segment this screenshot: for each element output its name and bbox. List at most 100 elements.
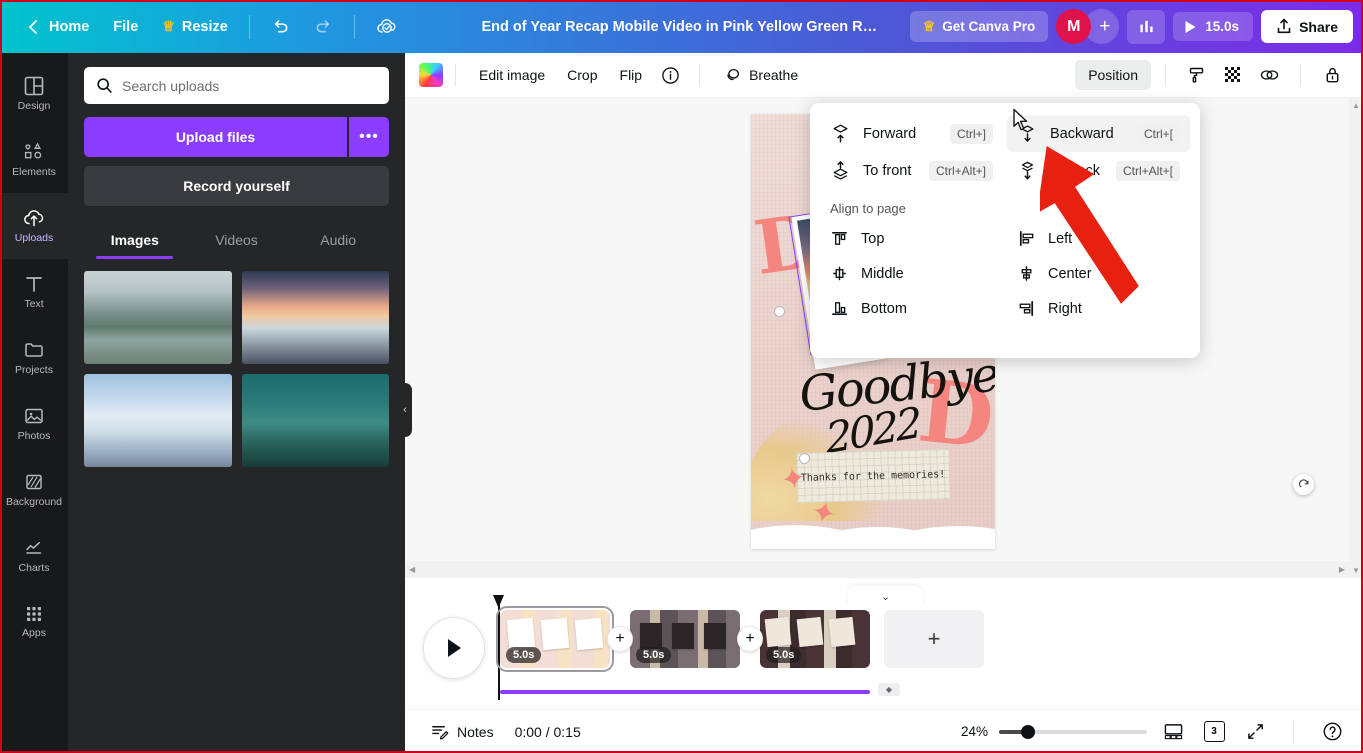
sidebar-item-apps[interactable]: Apps: [0, 589, 68, 655]
timeline-progress-bar[interactable]: [500, 690, 870, 694]
sidebar-item-charts[interactable]: Charts: [0, 523, 68, 589]
search-input[interactable]: [122, 77, 377, 94]
clip-duration: 5.0s: [636, 647, 672, 663]
resize-handle[interactable]: [799, 453, 810, 464]
scroll-down-arrow-icon[interactable]: ▼: [1352, 563, 1360, 578]
presenter-view-button[interactable]: [1158, 717, 1188, 747]
record-yourself-button[interactable]: Record yourself: [84, 166, 389, 206]
menu-item-align-middle[interactable]: Middle: [820, 256, 1003, 291]
scroll-up-arrow-icon[interactable]: ▲: [1352, 98, 1360, 113]
undo-button[interactable]: [259, 10, 302, 43]
resize-handle[interactable]: [774, 306, 785, 317]
menu-item-forward[interactable]: Forward Ctrl+]: [820, 115, 1003, 152]
scroll-left-arrow-icon[interactable]: ◀: [409, 562, 415, 577]
back-button[interactable]: Home: [14, 12, 101, 42]
menu-item-to-back[interactable]: To back Ctrl+Alt+[: [1007, 152, 1190, 189]
notes-button[interactable]: Notes: [421, 716, 503, 747]
cloud-saved-button[interactable]: [364, 10, 410, 44]
transparency-button[interactable]: [1216, 59, 1250, 91]
breathe-animation-button[interactable]: Breathe: [712, 60, 809, 91]
duration-label: 15.0s: [1205, 19, 1240, 34]
upload-thumbnail[interactable]: [241, 271, 389, 364]
insights-button[interactable]: [1127, 9, 1166, 44]
design-title[interactable]: End of Year Recap Mobile Video in Pink Y…: [472, 13, 892, 41]
present-duration-button[interactable]: 15.0s: [1173, 12, 1254, 41]
add-page-button[interactable]: +: [884, 610, 984, 668]
resize-button[interactable]: ♕ Resize: [150, 11, 240, 42]
position-button[interactable]: Position: [1075, 60, 1151, 90]
tab-videos[interactable]: Videos: [186, 222, 288, 259]
redo-button[interactable]: [302, 10, 345, 43]
flip-button[interactable]: Flip: [609, 61, 654, 89]
share-button[interactable]: Share: [1261, 10, 1353, 43]
sidebar-label: Background: [5, 496, 63, 509]
paint-roller-button[interactable]: [1180, 59, 1214, 91]
timeline-clip[interactable]: 5.0s: [630, 610, 740, 668]
avatar[interactable]: M: [1056, 9, 1092, 44]
topbar-right-group: ♕ Get Canva Pro M + 15.0s Share: [909, 0, 1353, 53]
sidebar-item-background[interactable]: Background: [0, 457, 68, 523]
menu-item-align-right[interactable]: Right: [1007, 291, 1190, 326]
tab-images[interactable]: Images: [84, 222, 186, 259]
fullscreen-button[interactable]: [1240, 717, 1270, 747]
rotate-handle[interactable]: [1293, 474, 1314, 495]
time-display: 0:00 / 0:15: [514, 723, 581, 740]
sidebar-item-projects[interactable]: Projects: [0, 325, 68, 391]
sidebar-label: Design: [17, 100, 51, 113]
lock-button[interactable]: [1315, 59, 1349, 91]
link-button[interactable]: [1252, 59, 1286, 91]
upload-thumbnail[interactable]: [84, 374, 232, 467]
upload-files-button[interactable]: Upload files: [84, 117, 347, 157]
crop-button[interactable]: Crop: [556, 61, 608, 89]
sidebar-item-photos[interactable]: Photos: [0, 391, 68, 457]
add-transition-button[interactable]: +: [607, 626, 633, 652]
zoom-slider[interactable]: [999, 724, 1147, 739]
timeline-clips: 5.0s + 5.0s + 5.0s +: [496, 606, 984, 672]
page-manager-button[interactable]: 3: [1199, 717, 1229, 747]
upload-thumbnail[interactable]: [241, 374, 389, 467]
canvas-vertical-scrollbar[interactable]: ▲ ▼: [1349, 98, 1363, 578]
edit-image-button[interactable]: Edit image: [468, 61, 556, 89]
upload-more-options-button[interactable]: •••: [349, 117, 389, 157]
share-label: Share: [1299, 18, 1338, 35]
search-uploads-box[interactable]: [84, 67, 389, 104]
menu-label: To front: [863, 162, 912, 179]
info-button[interactable]: [653, 59, 687, 91]
timeline-resize-grip[interactable]: ◆: [878, 683, 900, 696]
collapse-panel-button[interactable]: ‹: [398, 383, 412, 437]
get-canva-pro-button[interactable]: ♕ Get Canva Pro: [909, 11, 1049, 42]
timeline-clip[interactable]: 5.0s: [760, 610, 870, 668]
sidebar-item-text[interactable]: Text: [0, 259, 68, 325]
upload-actions-row: Upload files •••: [84, 117, 389, 157]
sidebar-label: Elements: [12, 166, 56, 179]
upload-thumbnail[interactable]: [84, 271, 232, 364]
sidebar-item-uploads[interactable]: Uploads: [0, 183, 68, 269]
zoom-slider-knob[interactable]: [1021, 724, 1035, 739]
menu-item-backward[interactable]: Backward Ctrl+[: [1007, 115, 1190, 152]
menu-item-align-bottom[interactable]: Bottom: [820, 291, 1003, 326]
file-menu-button[interactable]: File: [101, 12, 150, 42]
align-middle-icon: [830, 264, 849, 283]
collapse-timeline-button[interactable]: ⌄: [848, 586, 923, 606]
sidebar-item-design[interactable]: Design: [0, 61, 68, 127]
help-button[interactable]: [1317, 717, 1347, 747]
topbar-left-group: Home File ♕ Resize: [0, 10, 410, 44]
color-swatch-button[interactable]: [419, 63, 443, 87]
scroll-right-arrow-icon[interactable]: ▶: [1339, 562, 1345, 577]
uploaded-images-grid: [84, 271, 389, 467]
collaborators-group: M +: [1056, 9, 1120, 44]
menu-item-align-left[interactable]: Left: [1007, 221, 1190, 256]
timeline-play-button[interactable]: [423, 617, 485, 679]
menu-item-align-center[interactable]: Center: [1007, 256, 1190, 291]
sidebar-item-elements[interactable]: Elements: [0, 127, 68, 193]
uploads-tabs: Images Videos Audio: [84, 222, 389, 259]
add-transition-button[interactable]: +: [737, 626, 763, 652]
clip-duration: 5.0s: [506, 647, 542, 663]
canvas-horizontal-scrollbar[interactable]: ◀ ▶: [405, 561, 1349, 578]
timeline-clip[interactable]: 5.0s: [496, 606, 614, 672]
uploads-icon: [22, 207, 46, 229]
menu-item-align-top[interactable]: Top: [820, 221, 1003, 256]
chevron-left-icon: [26, 19, 42, 35]
tab-audio[interactable]: Audio: [287, 222, 389, 259]
menu-item-to-front[interactable]: To front Ctrl+Alt+]: [820, 152, 1003, 189]
